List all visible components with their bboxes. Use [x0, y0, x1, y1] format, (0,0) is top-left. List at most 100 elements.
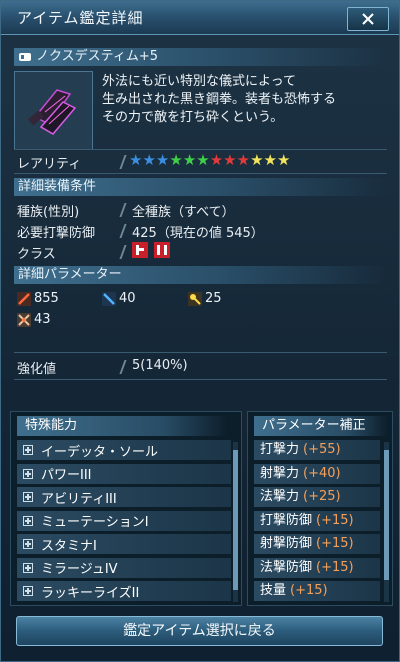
param-bonus-item: 法撃力 (+25)	[254, 487, 380, 507]
param-scrollbar[interactable]	[384, 442, 389, 602]
class-label: クラス	[17, 247, 56, 262]
title-bar: アイテム鑑定詳細	[1, 1, 399, 35]
param-bonus-value: (+55)	[303, 442, 341, 457]
expand-plus-icon[interactable]	[23, 445, 33, 455]
tech-value: 25	[205, 291, 222, 306]
item-appraisal-window: アイテム鑑定詳細 ノクスデスティム+5 外法にも近い特別な儀式によって 生み出さ…	[0, 0, 400, 662]
ability-item[interactable]: イーデッタ・ソール	[17, 440, 231, 460]
rarity-star-icon: ★	[182, 151, 197, 169]
required-defense-value: 425（現在の値 545）	[132, 226, 264, 241]
section-header-parameters: 詳細パラメーター	[14, 266, 387, 284]
param-bonus-value: (+25)	[303, 489, 341, 504]
sword-attack-icon	[17, 291, 31, 306]
divider	[14, 173, 387, 174]
back-to-appraisal-select-button[interactable]: 鑑定アイテム選択に戻る	[16, 616, 383, 646]
param-scroll-thumb[interactable]	[384, 450, 389, 580]
close-icon	[362, 13, 374, 25]
ability-item[interactable]: ミラージュIV	[17, 557, 231, 578]
range-value: 40	[119, 291, 136, 306]
cross-stat-icon	[17, 312, 31, 327]
param-bonus-value: (+15)	[290, 583, 328, 598]
item-name: ノクスデスティム+5	[36, 49, 158, 64]
ability-name: アビリティIII	[41, 491, 117, 507]
section-header-equip-conditions: 詳細装備条件	[14, 178, 387, 196]
param-bonus-value: (+15)	[316, 559, 354, 575]
knuckle-category-icon	[19, 53, 31, 61]
hunter-class-icon	[132, 242, 148, 258]
param-bonus-item: 射撃力 (+40)	[254, 463, 380, 484]
rarity-star-icon: ★	[263, 151, 277, 169]
rarity-star-icon: ★	[236, 151, 251, 169]
divider	[14, 149, 387, 150]
weapon-knuckle-icon	[28, 89, 77, 135]
rarity-star-icon: ★	[155, 151, 170, 169]
range-stat: 40	[102, 291, 136, 306]
rarity-star-icon: ★	[223, 151, 237, 169]
ability-name: ラッキーライズII	[41, 585, 140, 601]
param-bonus-item: 打撃防御 (+15)	[254, 510, 380, 531]
param-name: 法撃力	[260, 489, 300, 504]
ability-item[interactable]: アビリティIII	[17, 487, 231, 507]
description-line: その力で敵を打ち砕くという。	[102, 110, 284, 125]
param-name: 法撃防御	[260, 559, 313, 575]
rarity-star-icon: ★	[169, 151, 183, 169]
param-bonus-item: 技量 (+15)	[254, 581, 380, 601]
abilities-scrollbar[interactable]	[233, 442, 238, 602]
param-bonus-header: パラメーター補正	[254, 416, 388, 436]
race-label: 種族(性別)	[17, 205, 80, 220]
expand-plus-icon[interactable]	[23, 562, 33, 573]
tech-stat: 25	[188, 291, 222, 306]
ability-name: イーデッタ・ソール	[41, 444, 159, 460]
ability-item[interactable]: ミューテーションI	[17, 510, 231, 531]
expand-plus-icon[interactable]	[23, 468, 33, 479]
expand-plus-icon[interactable]	[23, 539, 33, 549]
rarity-star-icon: ★	[209, 151, 224, 169]
rarity-label: レアリティ	[17, 157, 82, 172]
race-value: 全種族（すべて）	[132, 205, 235, 220]
ability-item[interactable]: スタミナI	[17, 534, 231, 554]
item-name-bar: ノクスデスティム+5	[14, 48, 387, 66]
rarity-star-icon: ★	[276, 151, 291, 169]
separator	[119, 224, 127, 238]
ability-name: スタミナI	[41, 538, 97, 554]
window-title: アイテム鑑定詳細	[17, 9, 144, 27]
description-line: 外法にも近い特別な儀式によって	[102, 74, 296, 89]
param-bonus-item: 法撃防御 (+15)	[254, 557, 380, 578]
enhancement-value: 5(140%)	[132, 358, 188, 373]
rarity-stars: ★ ★ ★ ★ ★ ★ ★ ★ ★ ★ ★ ★	[129, 152, 290, 168]
param-bonus-item: 打撃力 (+55)	[254, 440, 380, 460]
rarity-star-icon: ★	[196, 151, 210, 169]
param-name: 技量	[260, 583, 287, 598]
other-value: 43	[34, 312, 51, 327]
enhancement-label: 強化値	[17, 362, 57, 377]
wand-tech-icon	[188, 291, 202, 306]
ability-name: パワーIII	[41, 468, 92, 483]
ability-name: ミラージュIV	[41, 562, 118, 577]
item-thumbnail	[14, 71, 93, 150]
separator	[119, 360, 127, 374]
rarity-star-icon: ★	[142, 151, 156, 169]
required-defense-label: 必要打撃防御	[17, 226, 96, 241]
close-button[interactable]	[347, 7, 389, 31]
expand-plus-icon[interactable]	[23, 515, 33, 526]
param-bonus-value: (+15)	[316, 536, 354, 551]
divider	[14, 352, 387, 353]
separator	[119, 203, 127, 217]
param-bonus-value: (+15)	[316, 512, 354, 528]
parameter-bonus-panel: パラメーター補正 打撃力 (+55) 射撃力 (+40) 法撃力 (+25) 打撃防御 (+1…	[247, 411, 393, 606]
expand-plus-icon[interactable]	[23, 492, 33, 502]
gun-range-icon	[102, 291, 116, 306]
param-name: 打撃力	[260, 442, 300, 457]
separator	[119, 245, 127, 259]
expand-plus-icon[interactable]	[23, 586, 33, 596]
divider	[14, 379, 387, 380]
other-stat: 43	[17, 312, 51, 327]
ability-name: ミューテーションI	[41, 515, 149, 530]
ability-item[interactable]: パワーIII	[17, 463, 231, 484]
rarity-star-icon: ★	[250, 151, 264, 169]
abilities-header: 特殊能力	[17, 416, 227, 436]
param-name: 射撃力	[260, 465, 300, 481]
ability-item[interactable]: ラッキーライズII	[17, 581, 231, 601]
abilities-scroll-thumb[interactable]	[233, 450, 238, 590]
param-name: 射撃防御	[260, 536, 313, 551]
